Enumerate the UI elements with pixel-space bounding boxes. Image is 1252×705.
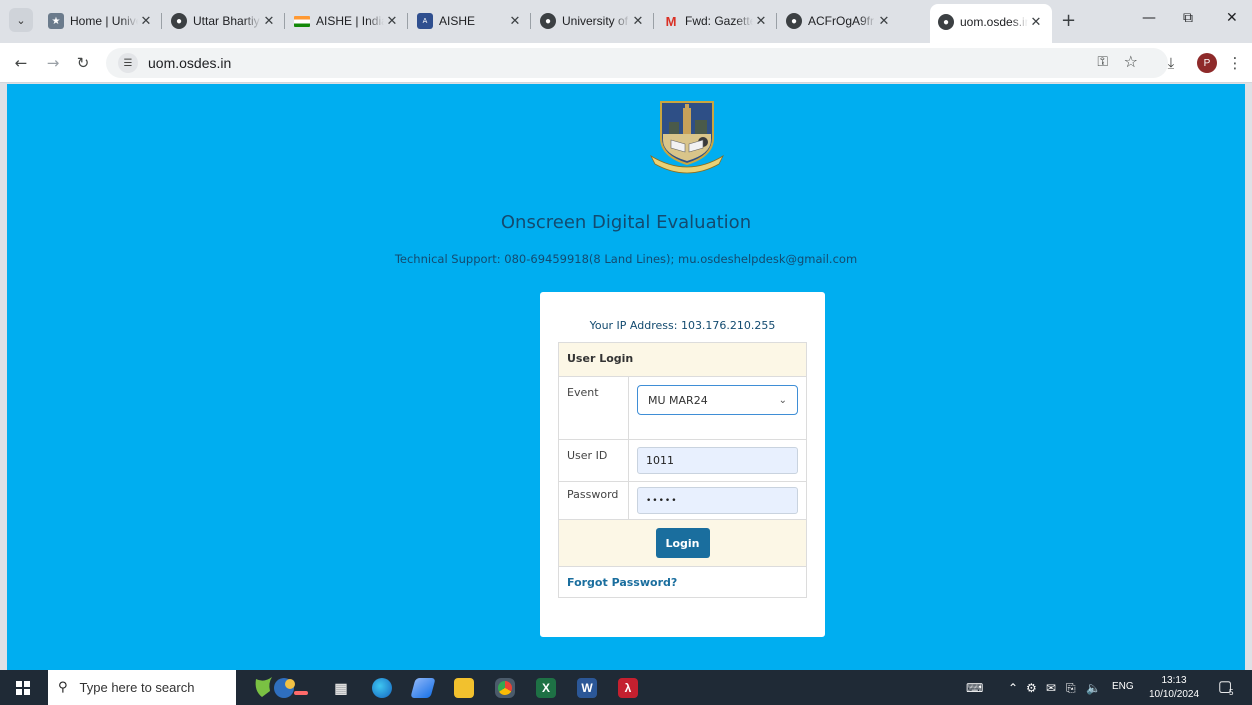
- windows-taskbar: ⚲ Type here to search ▦ X W λ ⌨ ⌃ ⚙ ✉ ⎘ …: [0, 670, 1252, 705]
- windows-app-icon[interactable]: [410, 678, 436, 698]
- globe-icon: ●: [786, 13, 802, 29]
- taskbar-search-box[interactable]: ⚲ Type here to search: [48, 670, 236, 705]
- clock-time: 13:13: [1161, 675, 1187, 686]
- back-arrow-icon[interactable]: ←: [10, 52, 32, 74]
- close-icon[interactable]: ✕: [876, 13, 892, 29]
- bookmark-star-icon[interactable]: ☆: [1124, 52, 1138, 71]
- minimize-button[interactable]: —: [1142, 10, 1156, 26]
- task-view-icon[interactable]: ▦: [331, 678, 351, 698]
- close-icon[interactable]: ✕: [384, 13, 400, 29]
- event-row: Event MU MAR24 ⌄: [559, 376, 806, 439]
- new-tab-button[interactable]: +: [1061, 10, 1076, 31]
- forgot-password-link[interactable]: Forgot Password?: [559, 566, 806, 597]
- edge-browser-icon[interactable]: [372, 678, 392, 698]
- url-text[interactable]: uom.osdes.in: [148, 55, 231, 71]
- india-flag-icon: [294, 15, 310, 27]
- tab-aishe-india[interactable]: AISHE | India ✕: [286, 7, 408, 35]
- windows-start-icon[interactable]: [16, 681, 30, 695]
- userid-label: User ID: [559, 440, 629, 481]
- tab-acfrog[interactable]: ● ACFrOgA9fr ✕: [778, 7, 900, 35]
- tab-uttar-bhartiya[interactable]: ● Uttar Bhartiy ✕: [163, 7, 285, 35]
- globe-icon: ●: [171, 13, 187, 29]
- password-row: Password •••••: [559, 481, 806, 519]
- word-icon[interactable]: W: [577, 678, 597, 698]
- chevron-down-icon: ⌄: [778, 394, 787, 406]
- login-button-row: Login: [559, 519, 806, 566]
- tab-search-button[interactable]: ⌄: [9, 8, 33, 32]
- university-favicon-icon: ★: [48, 13, 64, 29]
- technical-support-text: Technical Support: 080-69459918(8 Land L…: [394, 252, 858, 266]
- gmail-icon: M: [665, 13, 677, 29]
- reload-icon[interactable]: ↻: [72, 52, 94, 74]
- browser-toolbar: ← → ↻ ☰ uom.osdes.in ⚿ ☆ ⤓ ⋮: [0, 43, 1252, 83]
- network-icon[interactable]: ⎘: [1066, 681, 1076, 696]
- close-window-button[interactable]: ✕: [1226, 10, 1238, 26]
- tab-fwd-gazette[interactable]: M Fwd: Gazette ✕: [655, 7, 777, 35]
- notification-center-icon[interactable]: ▢ 5: [1218, 677, 1234, 697]
- system-clock[interactable]: 13:13 10/10/2024: [1143, 674, 1205, 702]
- forward-arrow-icon[interactable]: →: [42, 52, 64, 74]
- tab-home-university[interactable]: ★ Home | Unive ✕: [40, 7, 162, 35]
- tab-strip: ⌄ ★ Home | Unive ✕ ● Uttar Bhartiy ✕ AIS…: [0, 0, 1252, 43]
- ip-address-text: Your IP Address: 103.176.210.255: [589, 319, 776, 332]
- event-select[interactable]: MU MAR24 ⌄: [637, 385, 798, 415]
- university-emblem-icon: [650, 101, 724, 174]
- close-icon[interactable]: ✕: [630, 13, 646, 29]
- speaker-muted-icon[interactable]: 🔈: [1086, 681, 1101, 695]
- tab-uom-osdes-active[interactable]: ● uom.osdes.in ✕: [930, 4, 1052, 43]
- close-icon[interactable]: ✕: [261, 13, 277, 29]
- password-key-icon[interactable]: ⚿: [1097, 54, 1108, 70]
- clock-date: 10/10/2024: [1148, 689, 1200, 700]
- notification-count: 5: [1229, 688, 1234, 697]
- chrome-icon[interactable]: [495, 678, 515, 698]
- file-explorer-icon[interactable]: [454, 678, 474, 698]
- kebab-menu-icon[interactable]: ⋮: [1224, 52, 1246, 74]
- globe-icon: ●: [540, 13, 556, 29]
- search-icon: ⚲: [58, 680, 68, 695]
- news-widget-icon[interactable]: [250, 673, 312, 703]
- page-title: Onscreen Digital Evaluation: [500, 212, 752, 233]
- tab-university-of[interactable]: ● University of ✕: [532, 7, 654, 35]
- globe-icon: ●: [938, 14, 954, 30]
- close-icon[interactable]: ✕: [507, 13, 523, 29]
- tray-notification-icon[interactable]: ✉: [1046, 681, 1056, 695]
- tab-aishe[interactable]: A AISHE ✕: [409, 7, 531, 35]
- event-selected-value: MU MAR24: [648, 393, 708, 407]
- close-icon[interactable]: ✕: [1028, 14, 1044, 30]
- login-card: Your IP Address: 103.176.210.255 User Lo…: [540, 292, 825, 637]
- restore-button[interactable]: ⧉: [1183, 10, 1193, 26]
- login-header: User Login: [559, 343, 806, 376]
- language-indicator[interactable]: ENG: [1112, 681, 1134, 692]
- close-icon[interactable]: ✕: [753, 13, 769, 29]
- password-label: Password: [559, 482, 629, 519]
- site-settings-icon[interactable]: ☰: [118, 53, 138, 73]
- chevron-up-icon[interactable]: ⌃: [1008, 681, 1018, 695]
- page-body: Onscreen Digital Evaluation Technical Su…: [7, 84, 1245, 670]
- login-table: User Login Event MU MAR24 ⌄ User ID 1011…: [558, 342, 807, 598]
- download-icon[interactable]: ⤓: [1160, 52, 1182, 74]
- chevron-down-icon: ⌄: [16, 13, 26, 27]
- userid-input[interactable]: 1011: [637, 447, 798, 474]
- taskbar-search-placeholder: Type here to search: [79, 680, 195, 695]
- close-icon[interactable]: ✕: [138, 13, 154, 29]
- event-label: Event: [559, 377, 629, 439]
- userid-row: User ID 1011: [559, 439, 806, 481]
- pdf-reader-icon[interactable]: λ: [618, 678, 638, 698]
- profile-avatar[interactable]: P: [1197, 53, 1217, 73]
- address-bar[interactable]: ☰ uom.osdes.in ⚿ ☆: [106, 48, 1168, 78]
- aishe-favicon-icon: A: [417, 13, 433, 29]
- password-input[interactable]: •••••: [637, 487, 798, 514]
- keyboard-icon[interactable]: ⌨: [966, 681, 983, 695]
- tray-app-icon[interactable]: ⚙: [1026, 681, 1037, 695]
- excel-icon[interactable]: X: [536, 678, 556, 698]
- login-button[interactable]: Login: [655, 528, 710, 558]
